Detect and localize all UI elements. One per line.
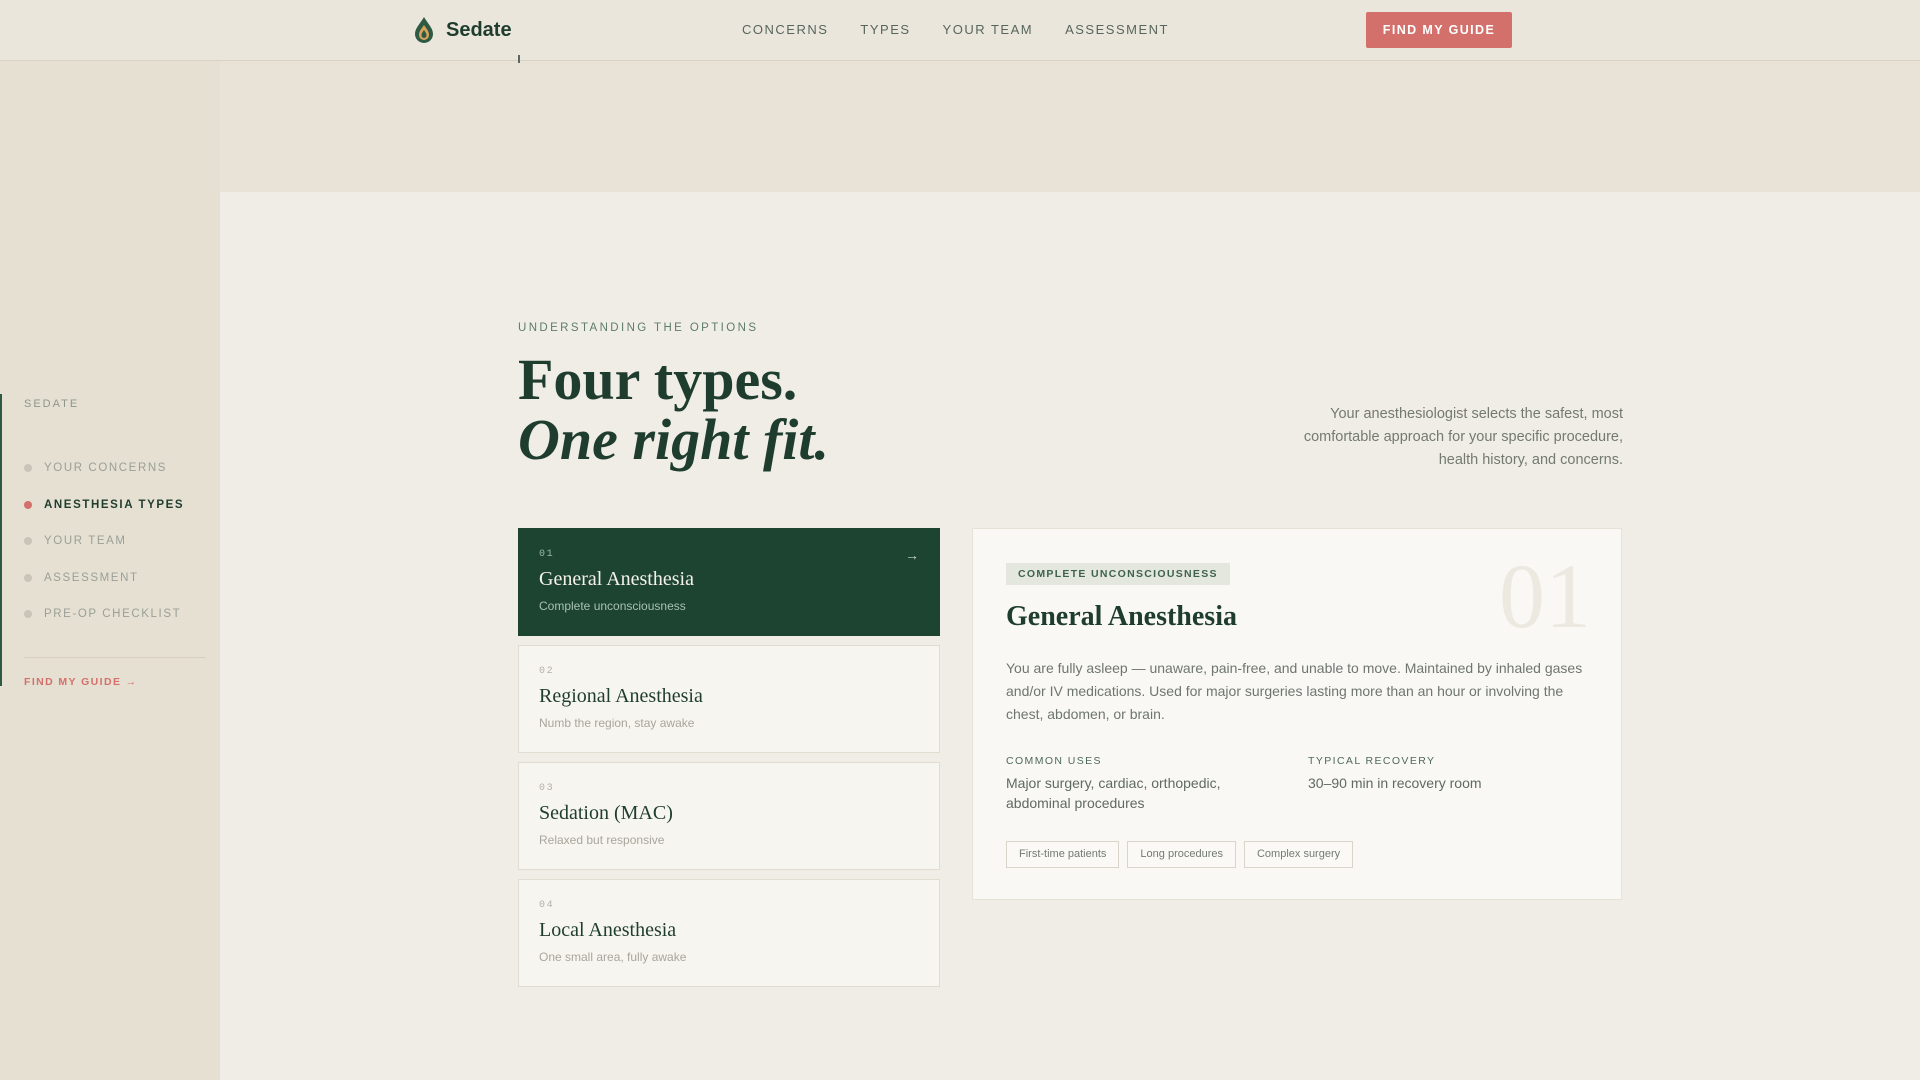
nav-link-your-team[interactable]: YOUR TEAM (943, 22, 1034, 37)
sidebar-item-assessment[interactable]: ASSESSMENT (24, 560, 206, 597)
type-card-subtitle: One small area, fully awake (539, 950, 687, 964)
detail-big-number: 01 (1499, 545, 1591, 647)
sidebar-dot (24, 610, 32, 619)
type-card-subtitle: Complete unconsciousness (539, 599, 686, 613)
sidebar-item-your-team[interactable]: YOUR TEAM (24, 523, 206, 560)
type-card-sedation[interactable]: 03 Sedation (MAC) Relaxed but responsive (518, 762, 940, 870)
nav-link-assessment[interactable]: ASSESSMENT (1065, 22, 1169, 37)
tag: Long procedures (1127, 841, 1236, 868)
type-card-title: Regional Anesthesia (539, 685, 703, 707)
sidebar-item-label: PRE-OP CHECKLIST (44, 608, 182, 621)
typical-recovery-value: 30–90 min in recovery room (1308, 775, 1482, 791)
main-nav: CONCERNS TYPES YOUR TEAM ASSESSMENT (742, 22, 1169, 37)
type-card-number: 01 (539, 549, 555, 560)
types-section: UNDERSTANDING THE OPTIONS Four types. On… (220, 192, 1920, 1080)
sidebar-divider (24, 656, 206, 658)
sidebar-item-label: YOUR TEAM (44, 535, 127, 548)
sidebar-item-label: ANESTHESIA TYPES (44, 498, 185, 511)
type-card-subtitle: Numb the region, stay awake (539, 716, 695, 730)
typical-recovery-label: TYPICAL RECOVERY (1308, 755, 1436, 767)
sidebar-item-label: YOUR CONCERNS (44, 462, 168, 475)
sidebar-find-my-guide-link[interactable]: FIND MY GUIDE → (24, 676, 206, 688)
type-card-title: General Anesthesia (539, 568, 694, 590)
sidebar-nav: SEDATE YOUR CONCERNS ANESTHESIA TYPES YO… (24, 398, 206, 688)
brand-name: Sedate (446, 18, 512, 41)
brand[interactable]: Sedate (412, 16, 512, 44)
type-card-number: 02 (539, 666, 555, 677)
common-uses-value: Major surgery, cardiac, orthopedic, abdo… (1006, 775, 1221, 811)
sidebar-dot (24, 573, 32, 582)
sidebar-dot (24, 537, 32, 546)
nav-marker (518, 55, 520, 63)
type-card-subtitle: Relaxed but responsive (539, 833, 665, 847)
type-card-general[interactable]: 01 General Anesthesia Complete unconscio… (518, 528, 940, 636)
nav-link-types[interactable]: TYPES (860, 22, 910, 37)
typical-recovery: TYPICAL RECOVERY 30–90 min in recovery r… (1308, 755, 1548, 793)
type-card-title: Local Anesthesia (539, 919, 677, 941)
sidebar-dot-active (24, 500, 32, 509)
type-detail-panel: COMPLETE UNCONSCIOUSNESS 01 General Anes… (972, 528, 1622, 900)
section-intro: Your anesthesiologist selects the safest… (1303, 406, 1623, 468)
headline-line-1: Four types. (518, 347, 798, 412)
tag-list: First-time patients Long procedures Comp… (1006, 841, 1354, 868)
find-my-guide-button[interactable]: FIND MY GUIDE (1366, 12, 1512, 48)
detail-title: General Anesthesia (1006, 601, 1237, 632)
sidebar-item-label: ASSESSMENT (44, 571, 139, 584)
sidebar-item-your-concerns[interactable]: YOUR CONCERNS (24, 450, 206, 487)
section-eyebrow: UNDERSTANDING THE OPTIONS (518, 322, 759, 334)
tag: First-time patients (1006, 841, 1120, 868)
type-card-local[interactable]: 04 Local Anesthesia One small area, full… (518, 879, 940, 987)
sidebar-item-anesthesia-types[interactable]: ANESTHESIA TYPES (24, 487, 206, 524)
sidebar-brand: SEDATE (24, 398, 80, 410)
detail-badge: COMPLETE UNCONSCIOUSNESS (1006, 563, 1230, 585)
arrow-right-icon: → (905, 547, 919, 563)
section-headline: Four types. One right fit. (518, 350, 829, 470)
common-uses: COMMON USES Major surgery, cardiac, orth… (1006, 755, 1246, 813)
headline-line-2: One right fit. (518, 407, 829, 472)
sidebar-item-pre-op-checklist[interactable]: PRE-OP CHECKLIST (24, 596, 206, 633)
common-uses-label: COMMON USES (1006, 755, 1102, 767)
type-card-number: 04 (539, 900, 555, 911)
nav-link-concerns[interactable]: CONCERNS (742, 22, 828, 37)
type-card-number: 03 (539, 783, 555, 794)
type-card-regional[interactable]: 02 Regional Anesthesia Numb the region, … (518, 645, 940, 753)
sidebar-rail (0, 394, 2, 686)
sidebar-dot (24, 464, 32, 473)
flame-drop-icon (415, 17, 433, 43)
detail-description: You are fully asleep — unaware, pain-fre… (1006, 660, 1583, 722)
tag: Complex surgery (1243, 841, 1354, 868)
top-nav: Sedate CONCERNS TYPES YOUR TEAM ASSESSME… (0, 0, 1920, 61)
type-card-title: Sedation (MAC) (539, 802, 673, 824)
